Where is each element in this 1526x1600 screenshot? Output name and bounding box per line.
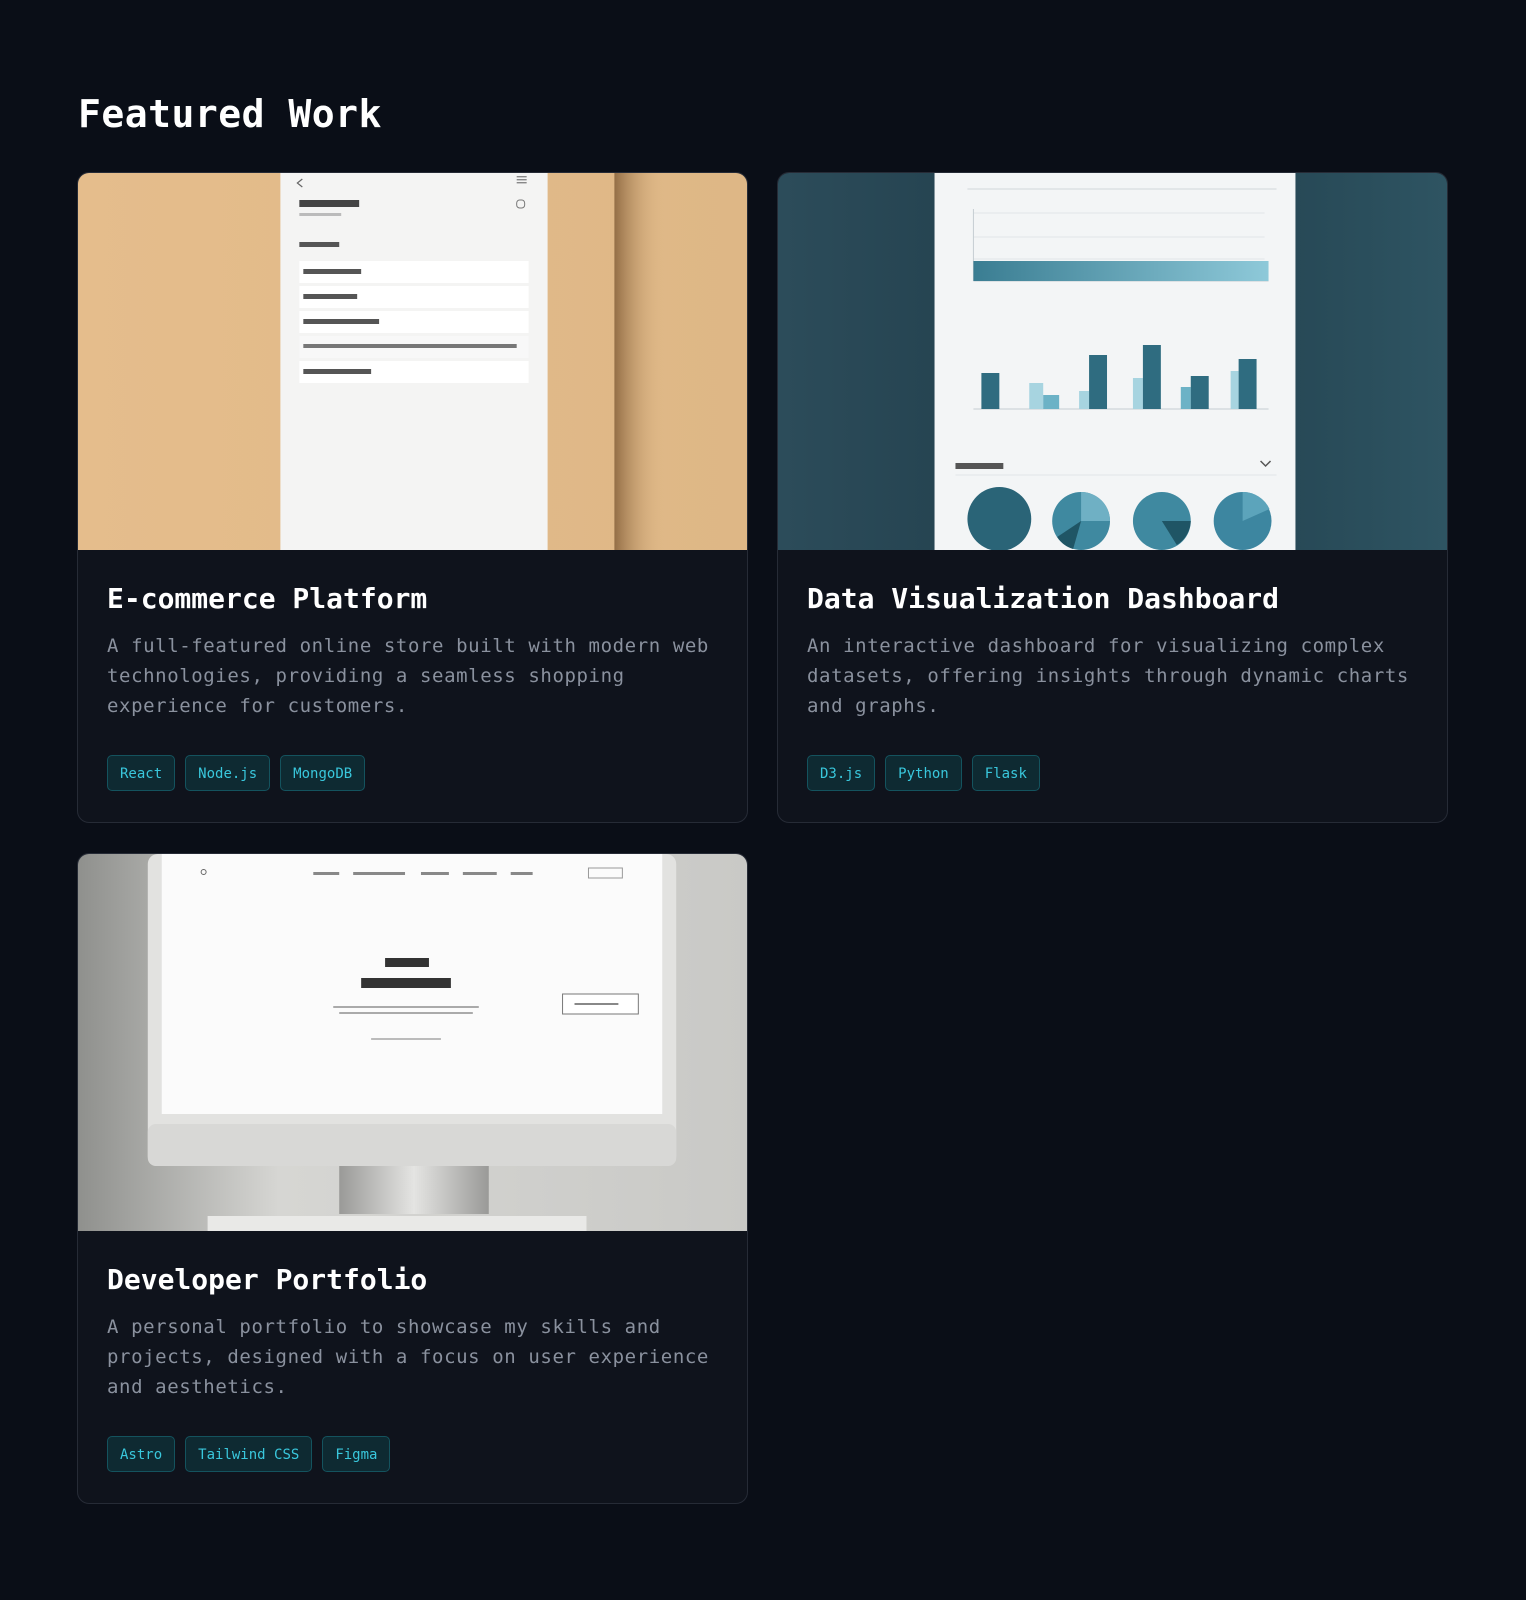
project-card-portfolio[interactable]: Developer Portfolio A personal portfolio… bbox=[77, 853, 748, 1504]
tag-list: D3.js Python Flask bbox=[807, 755, 1418, 791]
project-title: E-commerce Platform bbox=[107, 582, 428, 615]
project-description: A full-featured online store built with … bbox=[107, 635, 709, 717]
project-description: A personal portfolio to showcase my skil… bbox=[107, 1316, 709, 1398]
project-thumbnail-ecommerce bbox=[78, 173, 747, 550]
tag-list: Astro Tailwind CSS Figma bbox=[107, 1436, 718, 1472]
tag: React bbox=[107, 755, 176, 791]
tag: Astro bbox=[107, 1436, 176, 1472]
tag: D3.js bbox=[807, 755, 876, 791]
section-title: Featured Work bbox=[78, 92, 382, 136]
project-card-ecommerce[interactable]: E-commerce Platform A full-featured onli… bbox=[77, 172, 748, 823]
tag-list: React Node.js MongoDB bbox=[107, 755, 718, 791]
project-title: Developer Portfolio bbox=[107, 1263, 428, 1296]
tag: MongoDB bbox=[280, 755, 366, 791]
featured-work-section: Featured Work E-commerce Platform A full… bbox=[0, 0, 1526, 1600]
tag: Tailwind CSS bbox=[185, 1436, 313, 1472]
project-title: Data Visualization Dashboard bbox=[807, 582, 1280, 615]
project-thumbnail-dashboard bbox=[778, 173, 1447, 550]
tag: Node.js bbox=[185, 755, 271, 791]
project-card-dashboard[interactable]: Data Visualization Dashboard An interact… bbox=[777, 172, 1448, 823]
tag: Figma bbox=[322, 1436, 391, 1472]
tag: Python bbox=[885, 755, 962, 791]
project-thumbnail-portfolio bbox=[78, 854, 747, 1231]
project-description: An interactive dashboard for visualizing… bbox=[807, 635, 1409, 717]
tag: Flask bbox=[971, 755, 1040, 791]
